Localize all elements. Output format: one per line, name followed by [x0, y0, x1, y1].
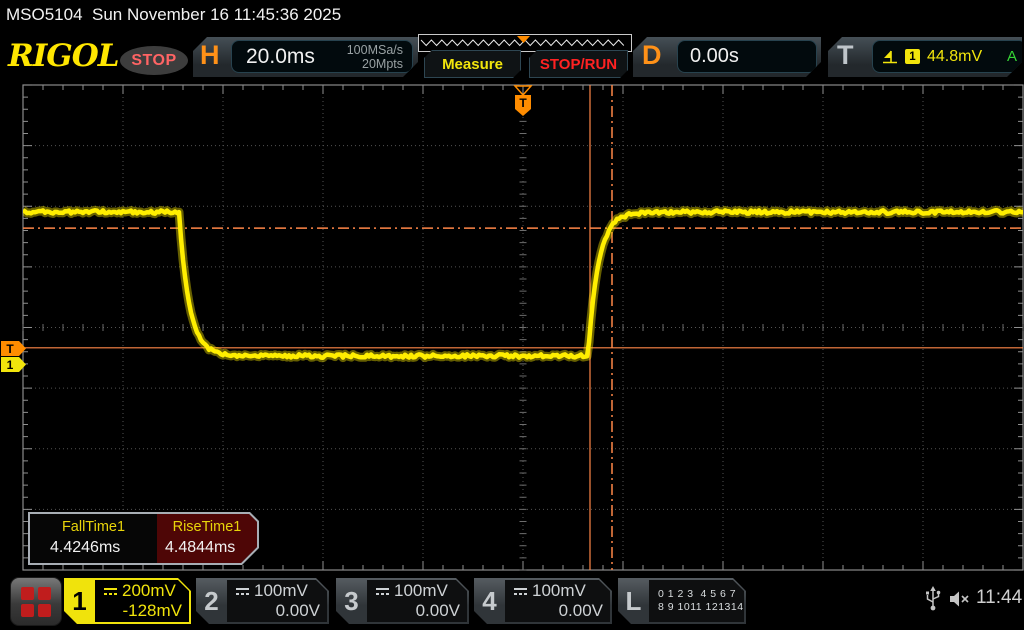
channel-3-offset: 0.00V: [367, 601, 467, 621]
risetime-label: RiseTime1: [157, 519, 257, 535]
channel-4-scale: 100mV: [532, 581, 586, 601]
measurement-results-panel[interactable]: FallTime1 4.4246ms RiseTime1 4.4844ms: [28, 512, 259, 565]
channel-3-status[interactable]: 3 100mV 0.00V: [336, 578, 469, 624]
ch1-trace: [23, 210, 1023, 357]
measurement-risetime[interactable]: RiseTime1 4.4844ms: [157, 514, 257, 563]
channel-1-scale: 200mV: [122, 581, 176, 601]
dc-coupling-icon: [513, 585, 528, 597]
digital-channels-row2: 8 9 1011 12131415: [649, 601, 744, 615]
graticule: [23, 85, 1023, 570]
risetime-value: 4.4844ms: [157, 539, 257, 557]
measurement-falltime[interactable]: FallTime1 4.4246ms: [30, 514, 157, 563]
dc-coupling-icon: [235, 585, 250, 597]
trigger-level-letter: T: [6, 342, 14, 356]
menu-grid-icon: [21, 587, 51, 617]
dc-coupling-icon: [375, 585, 390, 597]
main-menu-button[interactable]: [10, 577, 62, 626]
dc-coupling-icon: [103, 585, 118, 597]
channel-2-scale: 100mV: [254, 581, 308, 601]
usb-icon: [925, 586, 941, 612]
ch1-marker-digit: 1: [7, 358, 14, 372]
channel-2-offset: 0.00V: [227, 601, 327, 621]
falltime-label: FallTime1: [30, 519, 157, 535]
channel-2-status[interactable]: 2 100mV 0.00V: [196, 578, 329, 624]
channel-4-offset: 0.00V: [505, 601, 610, 621]
channel-4-status[interactable]: 4 100mV 0.00V: [474, 578, 612, 624]
oscilloscope-screen: MSO5104 Sun November 16 11:45:36 2025 RI…: [0, 0, 1024, 630]
trigger-level-marker[interactable]: T: [1, 341, 26, 356]
logic-analyzer-status[interactable]: L 0 1 2 3 4 5 6 7 8 9 1011 12131415: [618, 578, 746, 624]
clock: 11:44: [976, 587, 1022, 609]
channel-3-scale: 100mV: [394, 581, 448, 601]
speaker-muted-icon[interactable]: [948, 589, 971, 609]
channel-1-status[interactable]: 1 200mV -128mV: [64, 578, 191, 624]
ch1-ground-marker[interactable]: 1: [1, 357, 26, 372]
digital-channels-row1: 0 1 2 3 4 5 6 7: [649, 588, 744, 602]
falltime-value: 4.4246ms: [30, 539, 157, 557]
channel-1-offset: -128mV: [95, 601, 189, 621]
trigger-position-letter: T: [519, 96, 527, 110]
